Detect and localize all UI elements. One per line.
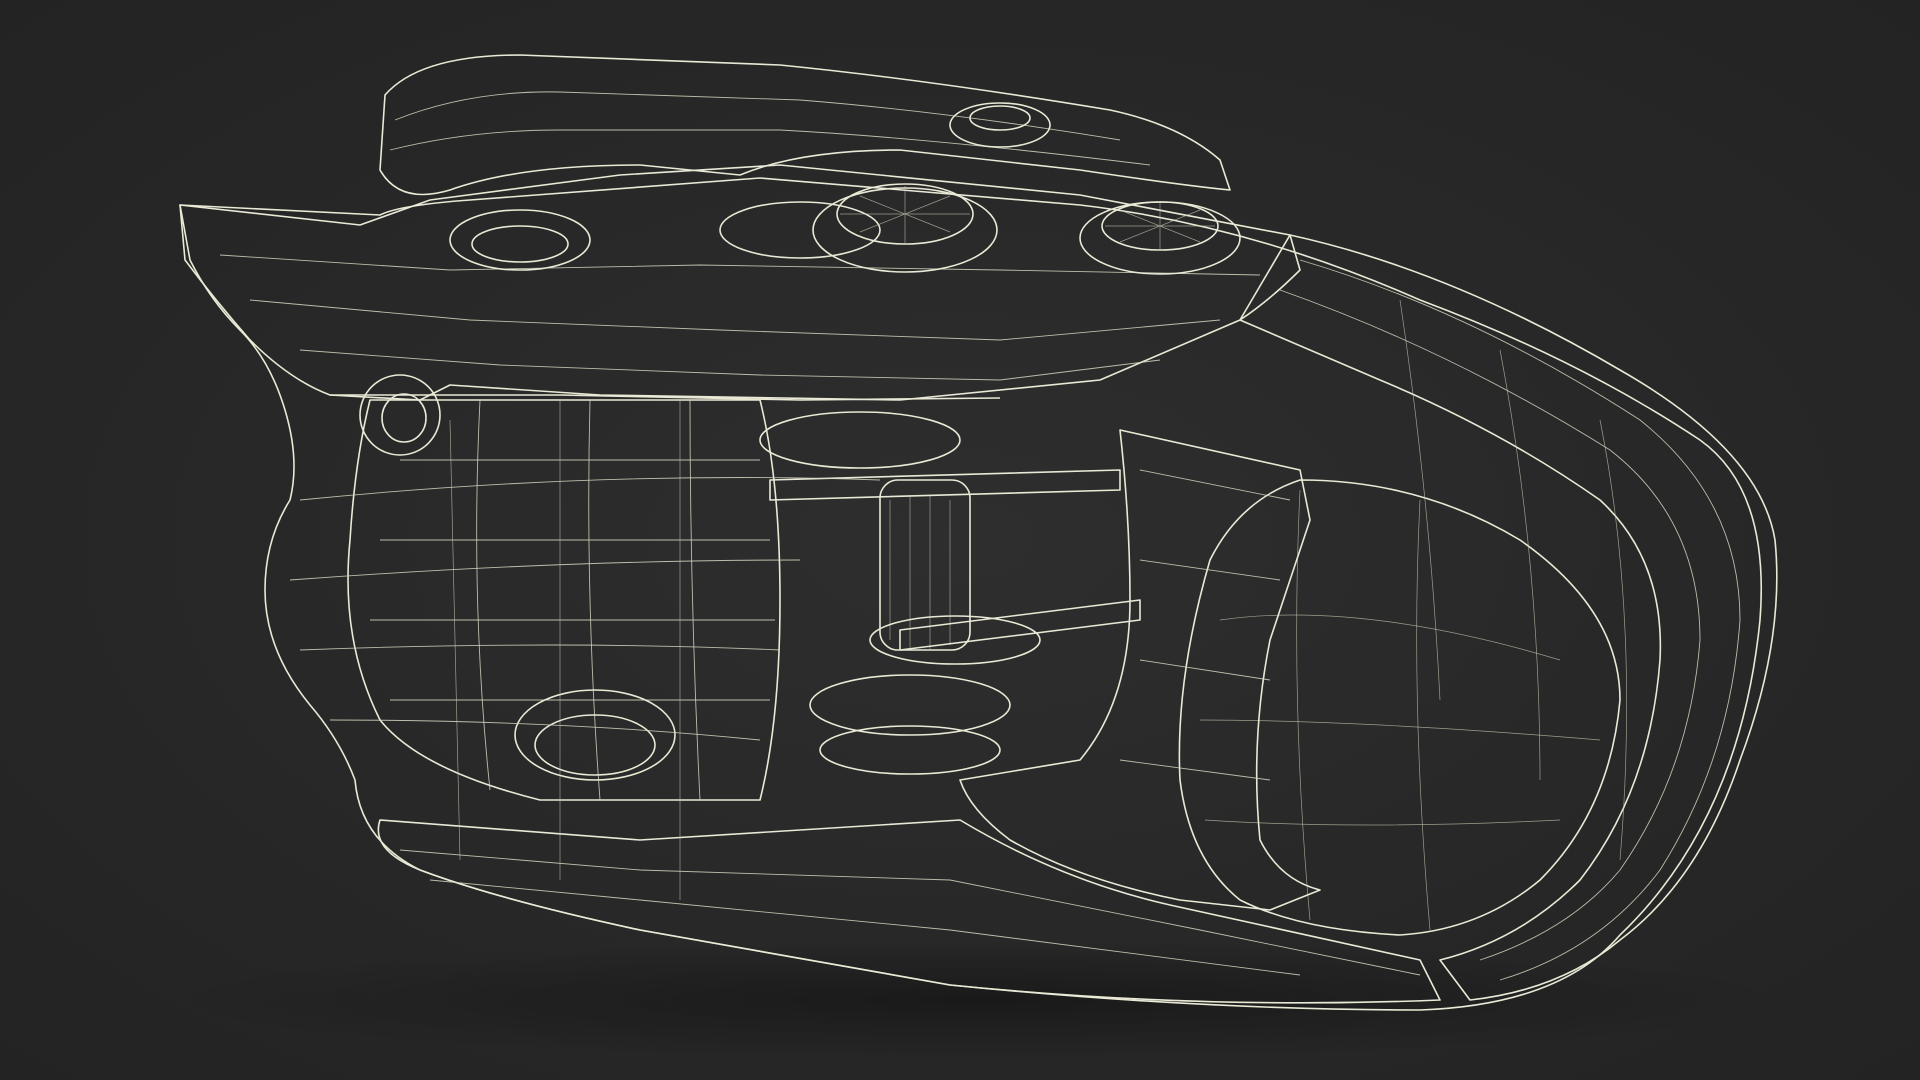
inner-cavity bbox=[1178, 479, 1621, 936]
front-wall bbox=[959, 429, 1321, 911]
small-bolt-top bbox=[949, 102, 1051, 148]
top-slot bbox=[719, 201, 881, 259]
top-plate bbox=[179, 164, 1301, 401]
side-hole bbox=[359, 374, 441, 456]
top-hole-left bbox=[449, 209, 591, 271]
front-rim bbox=[1239, 234, 1778, 1001]
wireframe-model-render bbox=[160, 54, 1800, 1060]
bolt-head-center bbox=[812, 183, 998, 273]
side-hollow bbox=[347, 399, 781, 801]
surface-mesh bbox=[289, 299, 1628, 900]
rear-hook bbox=[379, 54, 1231, 196]
bolt-head-right bbox=[1079, 201, 1241, 275]
ground-shadow bbox=[160, 940, 1800, 1060]
render-viewport bbox=[0, 0, 1920, 1080]
mechanism-core bbox=[759, 411, 1141, 775]
floor-hole bbox=[514, 689, 676, 781]
